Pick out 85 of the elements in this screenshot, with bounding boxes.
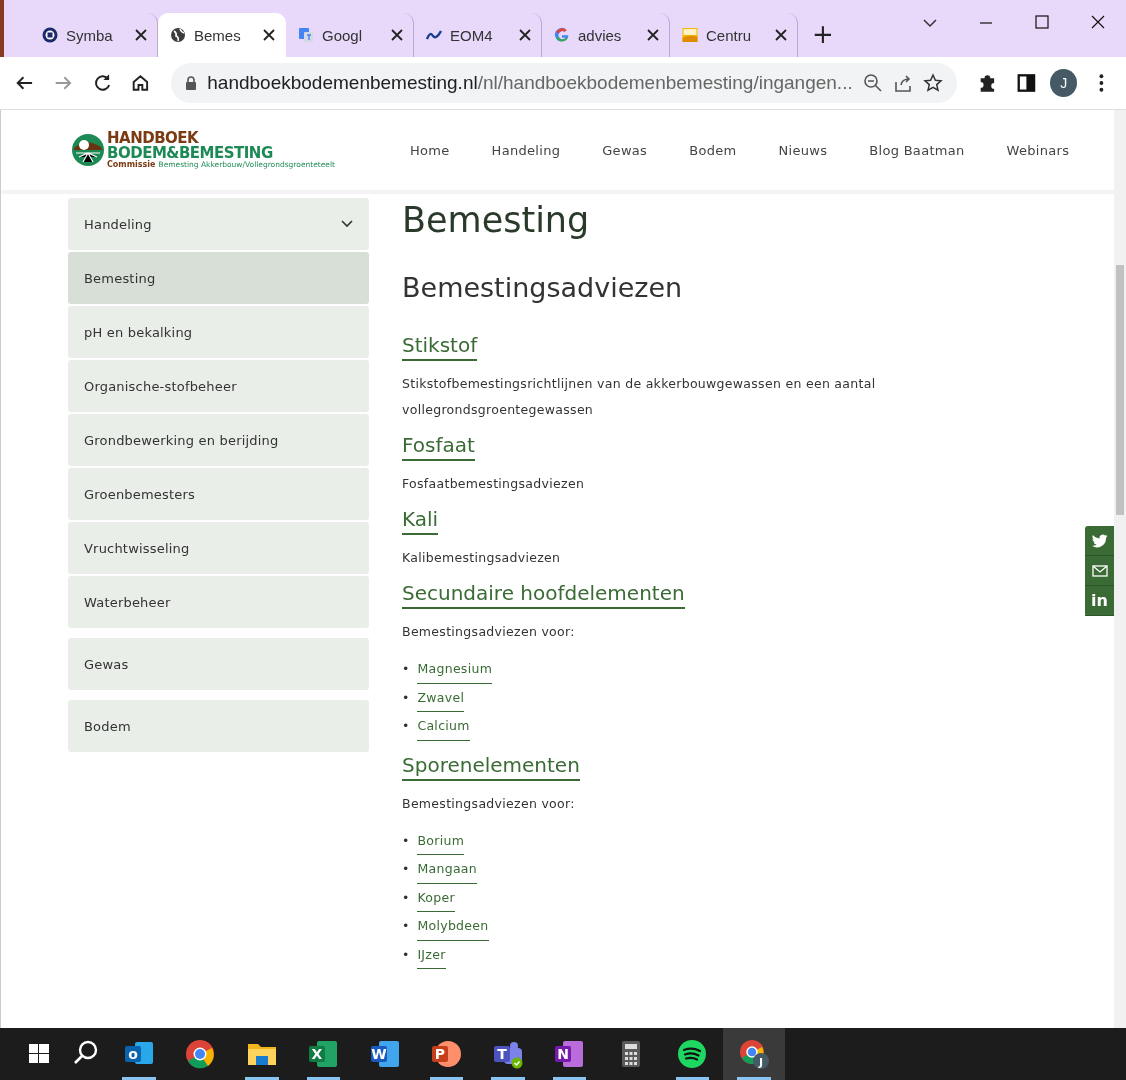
link[interactable]: Koper <box>417 883 455 912</box>
logo-text: BODEM&BEMESTING <box>107 146 273 161</box>
sidebar-item[interactable]: Bemesting <box>68 252 369 304</box>
bullet: • <box>402 888 410 907</box>
section-heading[interactable]: Kali <box>402 507 439 535</box>
new-tab-button[interactable]: + <box>812 19 834 49</box>
sidebar-item[interactable]: Organische-stofbeheer <box>68 360 369 412</box>
address-bar[interactable]: handboekbodemenbemesting.nl/nl/handboekbodemenbemesting/ingangen... <box>171 63 957 103</box>
sidebar-item[interactable]: Bodem <box>68 700 369 752</box>
section-heading[interactable]: Sporenelementen <box>402 752 580 781</box>
link[interactable]: IJzer <box>417 940 446 969</box>
section-text: Stikstofbemestingsrichtlijnen van de akkerbouwgewassen en een aantal vollegrondsgroentegewassen <box>402 375 877 419</box>
chevron-icon[interactable] <box>341 220 353 228</box>
nav-link[interactable]: Handeling <box>470 142 582 158</box>
profile-avatar[interactable]: J <box>1050 69 1078 97</box>
taskbar-app[interactable]: o <box>108 1028 170 1080</box>
bullet: • <box>402 917 410 935</box>
bullet: • <box>402 860 410 878</box>
close-icon[interactable] <box>519 29 531 41</box>
close-icon[interactable] <box>391 29 403 41</box>
nav-link[interactable]: Webinars <box>985 142 1091 158</box>
section-text: Bemestingsadviezen voor: <box>402 794 576 813</box>
link[interactable]: Molybdeen <box>417 912 489 941</box>
browser-tab[interactable]: advies <box>542 13 670 57</box>
zoom-icon[interactable] <box>862 73 883 93</box>
sidebar-item[interactable]: Vruchtwisseling <box>68 522 369 574</box>
link[interactable]: Zwavel <box>417 683 465 712</box>
sidebar-item[interactable]: pH en bekalking <box>68 306 369 358</box>
sidebar-item[interactable]: Grondbewerking en berijding <box>68 414 369 466</box>
close-icon[interactable] <box>263 29 275 41</box>
mail-icon[interactable] <box>1091 564 1108 577</box>
close-icon[interactable] <box>775 29 787 41</box>
nav-link[interactable]: Gewas <box>581 142 669 158</box>
close-icon[interactable] <box>135 29 147 41</box>
sidebar-item[interactable]: Gewas <box>68 638 369 690</box>
bullet: • <box>402 831 410 850</box>
bullet: • <box>402 660 410 678</box>
nav-link[interactable]: Home <box>389 142 471 158</box>
link[interactable]: Mangaan <box>417 855 478 884</box>
page-subtitle: Bemestingsadviezen <box>402 272 684 303</box>
tab-favicon-icon <box>298 27 314 43</box>
nav-link[interactable]: Blog Baatman <box>848 142 986 158</box>
section-heading[interactable]: Secundaire hoofdelementen <box>402 581 685 609</box>
section-text: Bemestingsadviezen voor: <box>402 623 576 641</box>
section-text: Kalibemestingsadviezen <box>402 549 562 567</box>
taskbar-app[interactable]: P <box>415 1028 477 1080</box>
lock-icon <box>185 76 198 90</box>
tab-favicon-icon <box>170 27 186 43</box>
taskbar-app[interactable]: T <box>477 1028 539 1080</box>
sidebar-item[interactable]: Waterbeheer <box>68 576 369 628</box>
browser-tab[interactable]: Bemes <box>158 13 286 57</box>
section-heading[interactable]: Stikstof <box>402 333 478 361</box>
tab-favicon-icon <box>42 27 58 43</box>
browser-tab[interactable]: Googl <box>286 13 414 57</box>
taskbar-app[interactable]: N <box>538 1028 600 1080</box>
bird-icon[interactable] <box>1091 533 1108 548</box>
app-icon <box>676 1038 709 1070</box>
link[interactable]: Magnesium <box>417 655 493 684</box>
sidebar-item[interactable]: Handeling <box>68 198 369 250</box>
logo-icon <box>71 133 105 167</box>
page-title: Bemesting <box>402 200 591 240</box>
tab-favicon-icon <box>554 27 570 43</box>
logo-subtitle: Commissie <box>107 161 156 169</box>
browser-tab[interactable]: EOM4 <box>414 13 542 57</box>
browser-tab[interactable]: Centru <box>670 13 798 57</box>
section-heading[interactable]: Fosfaat <box>402 433 475 461</box>
nav-link[interactable]: Nieuws <box>757 142 849 158</box>
tab-favicon-icon <box>682 27 698 43</box>
taskbar-app[interactable]: X <box>292 1028 354 1080</box>
scrollbar[interactable] <box>1114 110 1126 1028</box>
close-icon[interactable] <box>647 29 659 41</box>
section-text: Fosfaatbemestingsadviezen <box>402 475 586 493</box>
taskbar-app[interactable]: J <box>723 1028 785 1080</box>
sidebar-item[interactable]: Groenbemesters <box>68 468 369 520</box>
app-icon <box>184 1038 217 1070</box>
taskbar-app[interactable]: W <box>354 1028 416 1080</box>
link[interactable]: Calcium <box>417 712 470 741</box>
link[interactable]: Borium <box>417 826 465 855</box>
bullet: • <box>402 688 410 707</box>
logo-text: HANDBOEK <box>107 131 199 146</box>
bullet: • <box>402 945 410 964</box>
nav-link[interactable]: Bodem <box>668 142 758 158</box>
bullet: • <box>402 717 410 735</box>
star-icon[interactable] <box>922 73 943 93</box>
share-icon[interactable] <box>892 73 913 93</box>
